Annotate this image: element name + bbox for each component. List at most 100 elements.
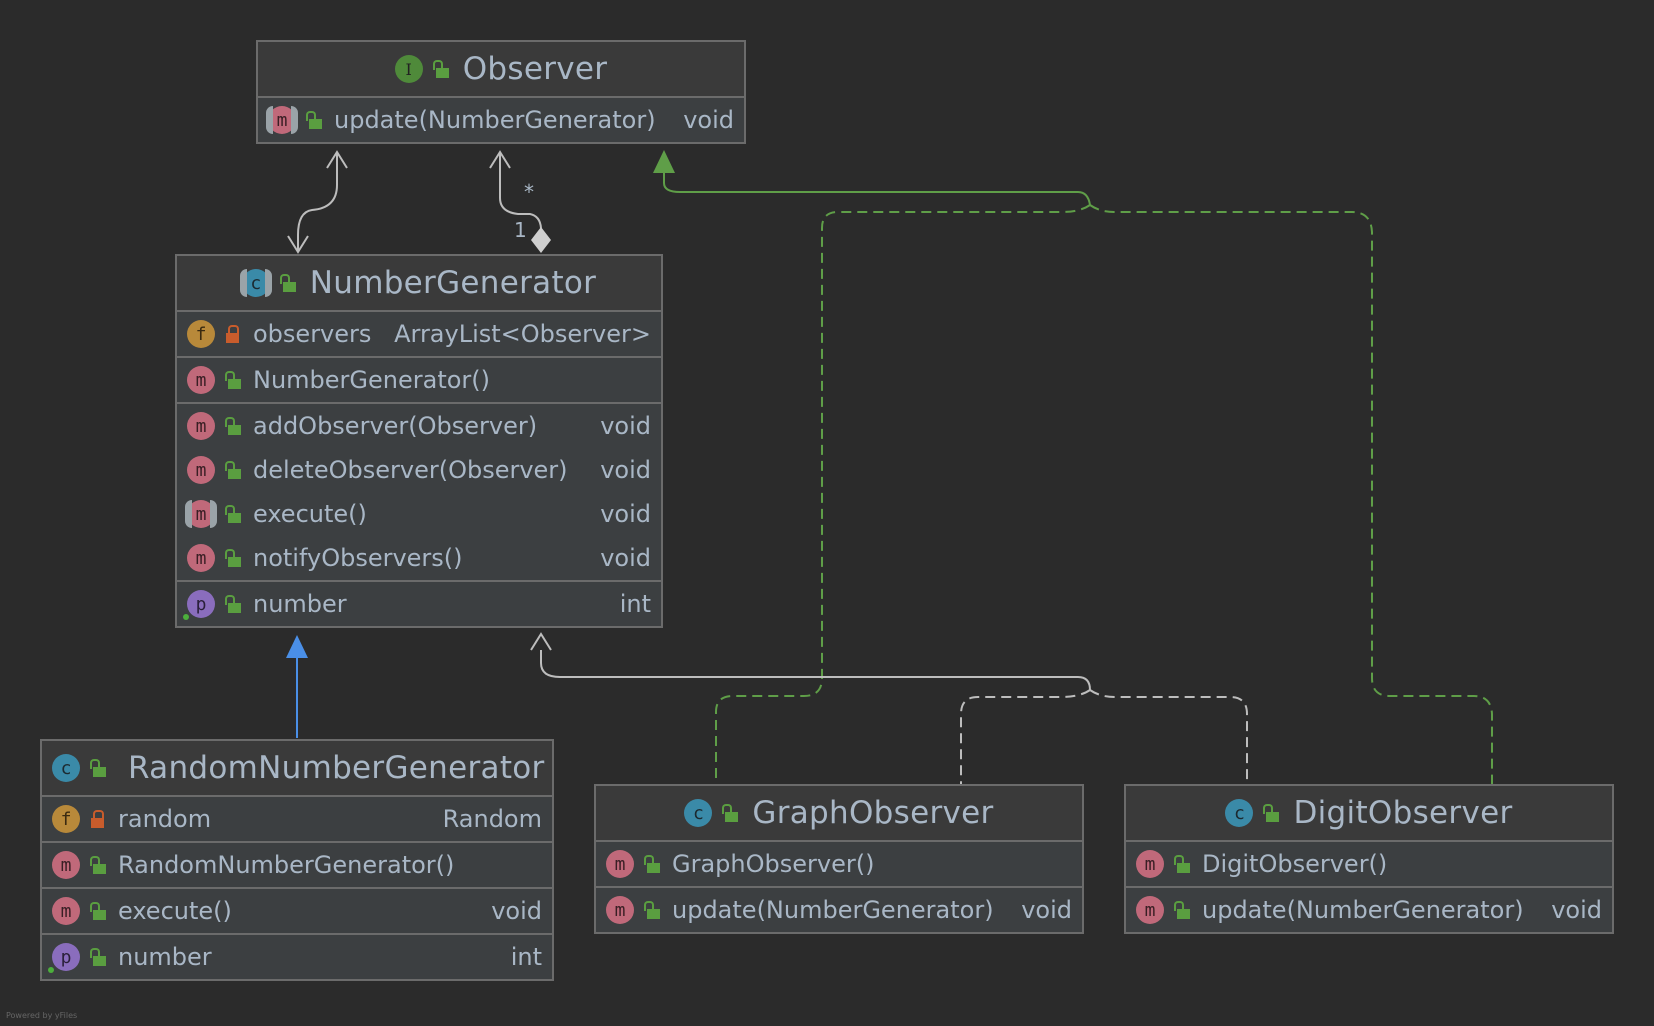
- class-icon: c: [684, 799, 713, 827]
- method-row[interactable]: m addObserver(Observer) void: [177, 404, 661, 448]
- edge-randomnumbergenerator-extends-numbergenerator[interactable]: [286, 635, 308, 738]
- member-name: number: [253, 590, 347, 618]
- public-lock-icon: [225, 549, 241, 567]
- public-lock-icon: [432, 60, 449, 78]
- member-type: void: [600, 544, 651, 572]
- inheritance-arrowhead-icon: [286, 635, 308, 658]
- class-node-digitobserver[interactable]: c DigitObserver m DigitObserver() m upda…: [1124, 784, 1614, 934]
- public-lock-icon: [225, 461, 241, 479]
- class-header: c NumberGenerator: [177, 256, 661, 312]
- public-lock-icon: [1174, 855, 1190, 873]
- public-lock-icon: [225, 371, 241, 389]
- member-type: void: [600, 500, 651, 528]
- powered-by-footer: Powered by yFiles: [6, 1011, 78, 1020]
- method-row[interactable]: m execute() void: [42, 889, 552, 933]
- constructor-row[interactable]: m NumberGenerator(): [177, 358, 661, 402]
- class-header: I Observer: [258, 42, 744, 98]
- method-icon: m: [187, 544, 215, 572]
- public-lock-icon: [644, 855, 660, 873]
- class-header: c RandomNumberGenerator: [42, 741, 552, 797]
- method-icon: m: [1136, 896, 1164, 924]
- edge-numbergenerator-observer-dependency[interactable]: [287, 150, 348, 254]
- constructors-section: m NumberGenerator(): [177, 358, 661, 404]
- public-lock-icon: [722, 804, 739, 822]
- class-icon: c: [52, 754, 80, 782]
- field-row[interactable]: f observers ArrayList<Observer>: [177, 312, 661, 356]
- member-type: Random: [442, 805, 542, 833]
- multiplicity-source: 1: [514, 218, 527, 242]
- public-lock-icon: [90, 948, 106, 966]
- public-lock-icon: [225, 505, 241, 523]
- field-icon: f: [187, 320, 215, 348]
- method-row[interactable]: m update(NumberGenerator) void: [1126, 888, 1612, 932]
- properties-section: p number int: [177, 582, 661, 626]
- method-icon: m: [52, 897, 80, 925]
- public-lock-icon: [90, 856, 106, 874]
- property-icon: p: [48, 943, 80, 973]
- class-node-graphobserver[interactable]: c GraphObserver m GraphObserver() m upda…: [594, 784, 1084, 934]
- member-name: GraphObserver(): [672, 850, 875, 878]
- public-lock-icon: [279, 274, 296, 292]
- edge-observers-implement-observer[interactable]: [653, 150, 1493, 784]
- property-row[interactable]: p number int: [177, 582, 661, 626]
- private-lock-icon: [225, 325, 241, 343]
- public-lock-icon: [90, 759, 106, 777]
- method-row[interactable]: m deleteObserver(Observer) void: [177, 448, 661, 492]
- constructor-row[interactable]: m DigitObserver(): [1126, 842, 1612, 886]
- arrowhead-icon: [530, 632, 552, 651]
- member-name: addObserver(Observer): [253, 412, 538, 440]
- member-name: DigitObserver(): [1202, 850, 1388, 878]
- member-type: void: [1021, 896, 1072, 924]
- method-row[interactable]: m notifyObservers() void: [177, 536, 661, 580]
- method-icon: m: [52, 851, 80, 879]
- fields-section: f observers ArrayList<Observer>: [177, 312, 661, 358]
- abstract-method-icon: m: [185, 500, 217, 528]
- member-type: ArrayList<Observer>: [394, 320, 651, 348]
- constructor-row[interactable]: m GraphObserver(): [596, 842, 1082, 886]
- class-title: NumberGenerator: [309, 265, 597, 301]
- field-icon: f: [52, 805, 80, 833]
- class-title: GraphObserver: [752, 795, 994, 831]
- class-title: Observer: [462, 51, 608, 87]
- class-node-randomnumbergenerator[interactable]: c RandomNumberGenerator f random Random …: [40, 739, 554, 981]
- edge-observers-depend-numbergenerator[interactable]: [530, 632, 1248, 784]
- public-lock-icon: [225, 595, 241, 613]
- member-type: int: [619, 590, 651, 618]
- class-node-observer[interactable]: I Observer m update(NumberGenerator) voi…: [256, 40, 746, 144]
- public-lock-icon: [225, 417, 241, 435]
- member-name: number: [118, 943, 212, 971]
- public-lock-icon: [1263, 804, 1280, 822]
- class-header: c DigitObserver: [1126, 786, 1612, 842]
- constructors-section: m DigitObserver(): [1126, 842, 1612, 888]
- constructors-section: m GraphObserver(): [596, 842, 1082, 888]
- constructors-section: m RandomNumberGenerator(): [42, 843, 552, 889]
- class-node-numbergenerator[interactable]: c NumberGenerator f observers ArrayList<…: [175, 254, 663, 628]
- method-icon: m: [187, 456, 215, 484]
- property-row[interactable]: p number int: [42, 935, 552, 979]
- private-lock-icon: [90, 810, 106, 828]
- method-row[interactable]: m update(NumberGenerator) void: [258, 98, 744, 142]
- field-row[interactable]: f random Random: [42, 797, 552, 841]
- constructor-row[interactable]: m RandomNumberGenerator(): [42, 843, 552, 887]
- member-name: update(NumberGenerator): [672, 896, 994, 924]
- realization-arrowhead-icon: [653, 150, 675, 173]
- abstract-class-icon: c: [239, 269, 272, 297]
- method-row[interactable]: m update(NumberGenerator) void: [596, 888, 1082, 932]
- public-lock-icon: [644, 901, 660, 919]
- methods-section: m update(NumberGenerator) void: [1126, 888, 1612, 932]
- member-type: int: [510, 943, 542, 971]
- member-type: void: [683, 106, 734, 134]
- property-icon: p: [183, 590, 215, 620]
- class-title: DigitObserver: [1293, 795, 1513, 831]
- member-type: void: [491, 897, 542, 925]
- member-name: execute(): [118, 897, 232, 925]
- aggregation-diamond-icon: [531, 227, 551, 253]
- class-title: RandomNumberGenerator: [128, 750, 545, 786]
- member-name: deleteObserver(Observer): [253, 456, 568, 484]
- method-row[interactable]: m execute() void: [177, 492, 661, 536]
- properties-section: p number int: [42, 935, 552, 979]
- public-lock-icon: [306, 111, 322, 129]
- methods-section: m update(NumberGenerator) void: [258, 98, 744, 142]
- member-type: void: [1551, 896, 1602, 924]
- method-icon: m: [606, 896, 634, 924]
